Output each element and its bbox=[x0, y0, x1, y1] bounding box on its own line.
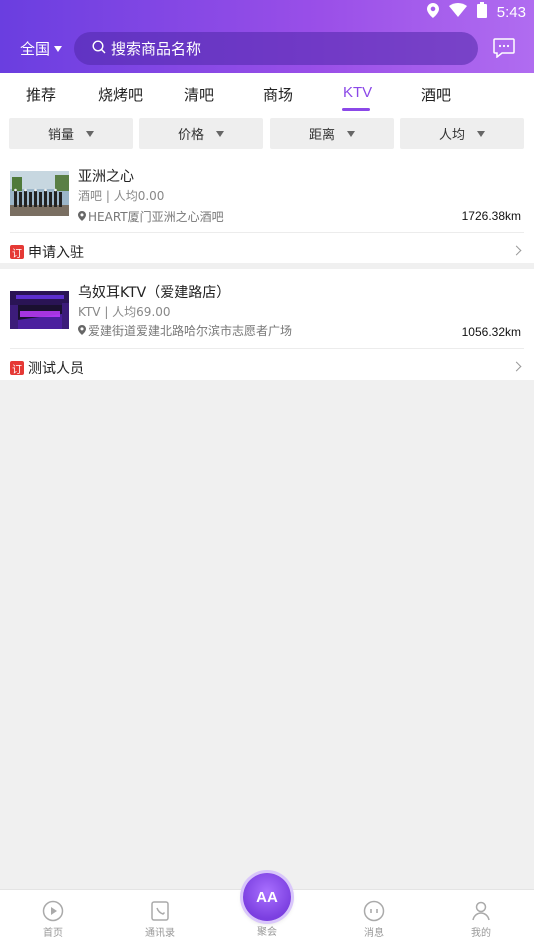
play-circle-icon bbox=[42, 900, 64, 922]
tab-recommend[interactable]: 推荐 bbox=[26, 84, 56, 105]
user-icon bbox=[472, 901, 490, 921]
filter-sales[interactable]: 销量 bbox=[9, 118, 133, 149]
divider bbox=[10, 348, 524, 349]
location-pin-icon bbox=[78, 324, 86, 338]
store-distance: 1056.32km bbox=[461, 325, 521, 339]
chat-icon[interactable] bbox=[493, 38, 515, 59]
store-card[interactable]: 乌奴耳KTV（爱建路店） KTV | 人均69.00 爱建街道爱建北路哈尔滨市志… bbox=[0, 269, 534, 380]
nav-messages[interactable]: 消息 bbox=[344, 900, 404, 939]
order-row[interactable]: 订 测试人员 bbox=[10, 358, 84, 378]
category-tabs: 推荐 烧烤吧 清吧 商场 KTV 酒吧 bbox=[0, 73, 534, 115]
filter-price[interactable]: 价格 bbox=[139, 118, 263, 149]
wifi-icon bbox=[448, 3, 467, 21]
nav-mine[interactable]: 我的 bbox=[451, 900, 511, 939]
order-label: 测试人员 bbox=[28, 361, 84, 377]
location-label: 全国 bbox=[20, 40, 51, 58]
status-bar: 5:43 bbox=[426, 0, 534, 24]
caret-down-icon bbox=[54, 45, 63, 52]
chevron-right-icon bbox=[511, 245, 522, 256]
filter-label: 价格 bbox=[177, 128, 204, 143]
store-thumbnail bbox=[10, 171, 69, 216]
store-thumbnail bbox=[10, 291, 69, 329]
store-name: 乌奴耳KTV（爱建路店） bbox=[78, 285, 231, 301]
order-row[interactable]: 订 申请入驻 bbox=[10, 242, 84, 262]
tab-ktv[interactable]: KTV bbox=[343, 84, 372, 101]
filter-label: 人均 bbox=[438, 128, 465, 143]
order-badge: 订 bbox=[10, 245, 24, 260]
store-name: 亚洲之心 bbox=[78, 169, 134, 185]
active-tab-indicator bbox=[342, 108, 370, 111]
location-pin-icon bbox=[426, 2, 439, 22]
store-distance: 1726.38km bbox=[461, 209, 521, 223]
filter-distance[interactable]: 距离 bbox=[270, 118, 394, 149]
meta-separator: | bbox=[105, 189, 114, 203]
store-address: 爱建街道爱建北路哈尔滨市志愿者广场 bbox=[78, 322, 292, 339]
order-badge: 订 bbox=[10, 361, 24, 376]
nav-label: 聚会 bbox=[257, 927, 277, 938]
party-center-button[interactable]: AA bbox=[243, 873, 291, 921]
nav-label: 我的 bbox=[471, 928, 491, 939]
battery-icon bbox=[476, 2, 487, 22]
tab-lounge[interactable]: 清吧 bbox=[184, 84, 214, 105]
message-icon bbox=[363, 900, 385, 922]
search-placeholder: 搜索商品名称 bbox=[111, 40, 202, 58]
nav-label: 通讯录 bbox=[145, 928, 175, 939]
search-input[interactable]: 搜索商品名称 bbox=[74, 32, 478, 65]
meta-separator: | bbox=[104, 305, 113, 319]
triangle-down-icon bbox=[86, 130, 94, 137]
tab-bbq-bar[interactable]: 烧烤吧 bbox=[98, 84, 143, 105]
filter-label: 距离 bbox=[308, 128, 335, 143]
store-avg-price: 人均0.00 bbox=[113, 189, 165, 203]
store-address-text: 爱建街道爱建北路哈尔滨市志愿者广场 bbox=[88, 324, 293, 338]
status-time: 5:43 bbox=[496, 3, 526, 21]
nav-home[interactable]: 首页 bbox=[23, 900, 83, 939]
store-category: KTV bbox=[78, 305, 101, 319]
location-selector[interactable]: 全国 bbox=[20, 38, 63, 59]
filter-bar: 销量 价格 距离 人均 bbox=[0, 115, 534, 155]
store-address-text: HEART厦门亚洲之心酒吧 bbox=[88, 210, 224, 224]
contacts-icon bbox=[151, 901, 169, 921]
store-avg-price: 人均69.00 bbox=[112, 305, 171, 319]
store-card[interactable]: 亚洲之心 酒吧 | 人均0.00 HEART厦门亚洲之心酒吧 1726.38km… bbox=[0, 155, 534, 263]
nav-label: 首页 bbox=[43, 928, 63, 939]
nav-contacts[interactable]: 通讯录 bbox=[130, 900, 190, 939]
nav-label: 消息 bbox=[364, 928, 384, 939]
filter-per-capita[interactable]: 人均 bbox=[400, 118, 524, 149]
order-label: 申请入驻 bbox=[28, 245, 84, 261]
store-meta: KTV | 人均69.00 bbox=[78, 303, 171, 320]
store-category: 酒吧 bbox=[78, 189, 103, 203]
chevron-right-icon bbox=[511, 361, 522, 372]
filter-label: 销量 bbox=[47, 128, 74, 143]
triangle-down-icon bbox=[216, 130, 224, 137]
search-icon bbox=[92, 39, 106, 58]
store-address: HEART厦门亚洲之心酒吧 bbox=[78, 208, 224, 225]
divider bbox=[10, 232, 524, 233]
location-pin-icon bbox=[78, 210, 86, 224]
tab-mall[interactable]: 商场 bbox=[263, 84, 293, 105]
triangle-down-icon bbox=[477, 130, 485, 137]
tab-bar[interactable]: 酒吧 bbox=[421, 84, 451, 105]
store-meta: 酒吧 | 人均0.00 bbox=[78, 187, 164, 204]
aa-logo-icon: AA bbox=[256, 888, 278, 906]
triangle-down-icon bbox=[347, 130, 355, 137]
app-header: 5:43 全国 搜索商品名称 bbox=[0, 0, 534, 73]
